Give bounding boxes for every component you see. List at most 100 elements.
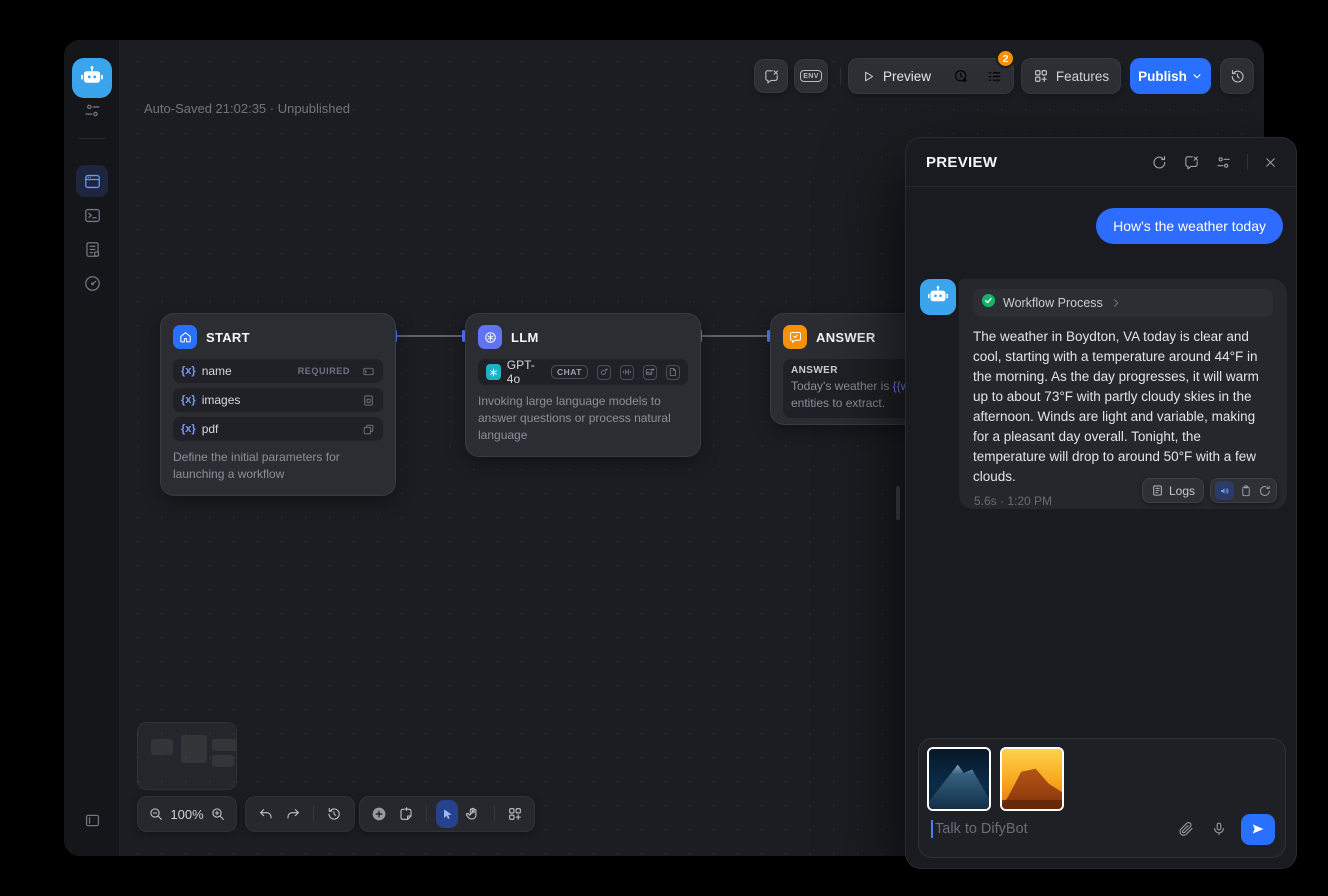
required-tag: REQUIRED [298,366,350,376]
minimap-node [212,739,237,751]
workflow-process-row[interactable]: Workflow Process [973,289,1273,317]
logs-button[interactable]: Logs [1142,478,1204,503]
start-field-name: {x} name REQUIRED [173,359,383,383]
robot-icon [79,63,105,94]
copy-stack-icon [362,423,375,436]
start-field-pdf: {x} pdf [173,417,383,441]
clear-chat-icon[interactable] [1183,154,1200,171]
workflow-process-label: Workflow Process [1003,296,1103,310]
gpt4o-model-icon [486,364,501,380]
variable-token: {x} [181,365,196,377]
hand-tool-button[interactable] [462,800,484,828]
home-icon [173,325,197,349]
audio-capability-icon [620,365,634,380]
edge-llm-answer [701,335,770,337]
answer-bubble-check-icon [783,325,807,349]
run-history-button[interactable] [953,68,970,85]
field-name: name [202,364,232,378]
orchestrate-window-icon [83,172,102,191]
file-icon [362,394,375,407]
minimap[interactable] [137,722,237,790]
preview-panel: PREVIEW How's the weather today [905,137,1297,869]
clock-play-icon [953,68,970,85]
edge-start-llm [396,335,465,337]
app-avatar[interactable] [72,58,112,98]
chat-input-row [931,812,1275,846]
regenerate-icon[interactable] [1258,484,1272,498]
attachment-thumbnail-night-mountain[interactable] [927,747,991,811]
logs-label: Logs [1169,484,1195,498]
node-llm[interactable]: LLM GPT-4o CHAT [465,313,701,457]
view-history-button[interactable] [323,800,346,828]
canvas-scrollbar[interactable] [896,486,900,520]
redo-button[interactable] [281,800,304,828]
undo-button[interactable] [254,800,277,828]
preview-header: PREVIEW [906,138,1296,187]
zoom-in-button[interactable] [208,800,228,828]
message-actions: Logs [1142,478,1277,503]
chat-x-icon [763,68,780,85]
image-capability-icon [643,365,657,380]
pointer-tool-button[interactable] [436,800,458,828]
publish-label: Publish [1138,69,1187,84]
node-title: ANSWER [816,330,876,345]
features-button[interactable]: Features [1021,58,1121,94]
node-start-header: START [173,324,383,350]
variable-token: {x} [181,423,196,435]
zoom-out-button[interactable] [146,800,166,828]
canvas-tools [359,796,535,832]
chat-input-card [918,738,1286,858]
add-node-button[interactable] [368,800,390,828]
history-controls [245,796,355,832]
sidebar [64,40,120,856]
app-settings-sliders-icon[interactable] [80,98,104,122]
success-check-icon [981,293,996,313]
chat-mode-badge: CHAT [551,365,588,379]
speaker-icon[interactable] [1215,481,1234,500]
attachment-thumbnail-sunset-mountain[interactable] [1000,747,1064,811]
restart-conversation-icon[interactable] [1151,154,1168,171]
copy-clipboard-icon[interactable] [1239,484,1253,498]
toolbar-separator [313,806,314,822]
sidebar-item-logs[interactable] [80,237,104,261]
preview-run-button[interactable]: Preview [861,69,931,84]
collapse-sidebar-icon[interactable] [80,808,104,832]
checklist-count-badge: 2 [996,49,1015,68]
document-capability-icon [666,365,680,380]
microphone-icon[interactable] [1211,821,1227,837]
checklist-button[interactable] [986,68,1003,85]
chevron-right-icon [1110,297,1122,309]
close-icon[interactable] [1263,155,1278,170]
topbar-separator [840,67,841,85]
publish-button[interactable]: Publish [1130,58,1211,94]
auto-layout-button[interactable] [504,800,526,828]
user-message-bubble: How's the weather today [1096,208,1283,244]
log-document-icon [1151,484,1164,497]
sidebar-item-orchestrate[interactable] [76,165,108,197]
checklist-icon [986,68,1003,85]
text-caret [931,820,933,838]
sidebar-item-terminal[interactable] [80,203,104,227]
zoom-level[interactable]: 100% [166,807,207,822]
add-note-button[interactable] [394,800,416,828]
llm-brain-icon [478,325,502,349]
llm-model-row: GPT-4o CHAT [478,359,688,385]
panel-separator [1247,154,1248,170]
chat-settings-sliders-icon[interactable] [1215,154,1232,171]
node-llm-header: LLM [478,324,688,350]
sidebar-divider [78,138,106,139]
node-title: START [206,330,250,345]
bot-avatar [920,279,956,315]
paperclip-icon[interactable] [1178,821,1194,837]
autosave-status: Auto-Saved 21:02:35 · Unpublished [144,101,350,116]
answer-text-line2: entities to extract. [791,396,885,410]
answer-text: Today's weather is [791,379,893,393]
version-history-button[interactable] [1220,58,1254,94]
chat-input[interactable] [935,821,1161,837]
env-variables-button[interactable]: ENV [794,59,828,93]
send-button[interactable] [1241,814,1275,845]
sidebar-item-monitoring[interactable] [80,271,104,295]
node-start[interactable]: START {x} name REQUIRED {x} images {x} p… [160,313,396,496]
variable-token: {x} [181,394,196,406]
annotation-button[interactable] [754,59,788,93]
